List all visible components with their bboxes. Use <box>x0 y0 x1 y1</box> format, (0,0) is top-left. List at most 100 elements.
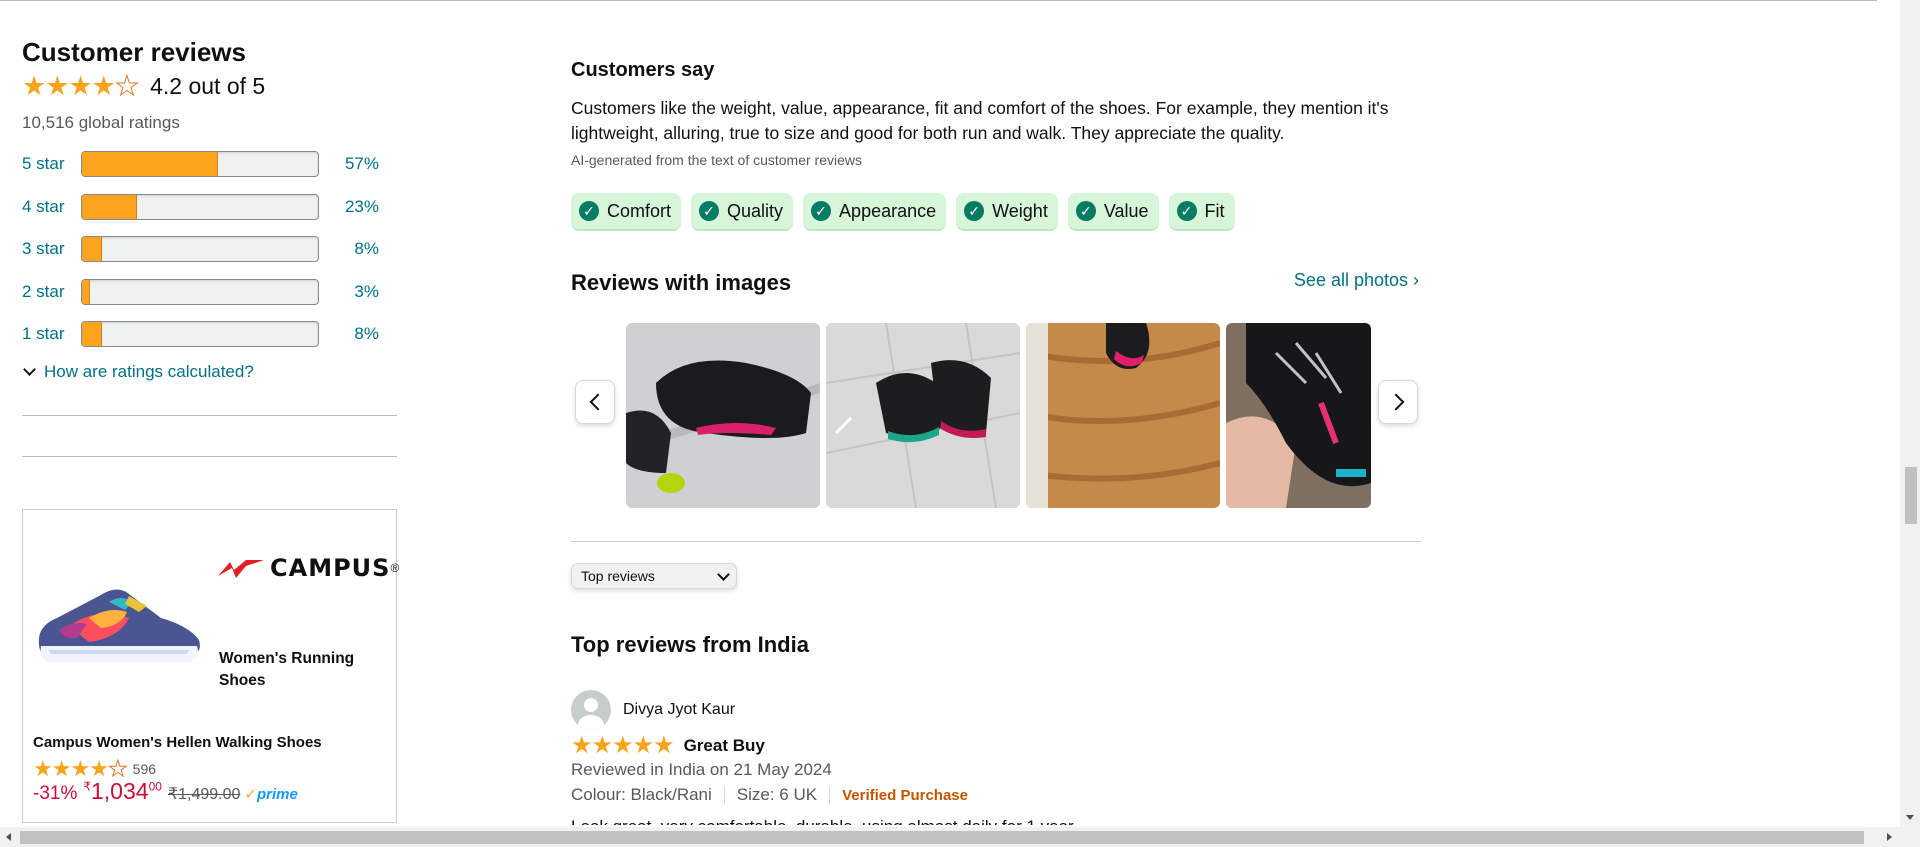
histogram-star-label: 2 star <box>22 281 65 301</box>
aspect-label: Quality <box>727 200 784 221</box>
ad-stars: ★ ★ ★ ★ ★ <box>33 756 128 781</box>
review-photo-4[interactable] <box>1226 323 1371 508</box>
ad-price: -31% ₹1,03400 ₹1,499.00 ✓prime <box>33 778 298 805</box>
histogram-bar <box>81 278 319 305</box>
separator <box>723 786 725 804</box>
review-size[interactable]: Size: 6 UK <box>737 785 817 805</box>
price-fraction: 00 <box>148 779 162 794</box>
currency-symbol: ₹ <box>83 779 91 794</box>
reviewer-name: Divya Jyot Kaur <box>623 701 736 718</box>
review-stars: ★ ★ ★ ★ ★ <box>571 732 675 759</box>
ad-tagline: Women's Running Shoes <box>219 650 355 689</box>
aspect-chip-comfort[interactable]: ✓ Comfort <box>571 193 682 231</box>
star-full-icon: ★ <box>33 756 53 781</box>
carousel-next-button[interactable] <box>1378 380 1418 424</box>
average-rating[interactable]: ★ ★ ★ ★ ★ 4.2 out of 5 <box>22 71 397 101</box>
histogram-row[interactable]: 4 star 23% <box>22 186 397 229</box>
divider <box>22 455 397 457</box>
histogram-row[interactable]: 5 star 57% <box>22 143 397 186</box>
customers-say-summary: Customers like the weight, value, appear… <box>571 98 1389 143</box>
aspect-chip-quality[interactable]: ✓ Quality <box>691 193 794 231</box>
divider <box>571 541 1421 542</box>
price-whole: 1,034 <box>91 778 149 804</box>
how-ratings-calculated-label: How are ratings calculated? <box>44 361 254 381</box>
histogram-percent: 57% <box>344 154 379 174</box>
aspect-label: Fit <box>1204 200 1225 221</box>
brand-registered-mark: ® <box>390 561 400 575</box>
prime-label: prime <box>256 786 298 803</box>
sponsored-ad[interactable]: CAMPUS ® Women's Running Shoes Campus Wom… <box>22 509 399 823</box>
check-icon: ✓ <box>811 201 832 221</box>
aspect-chip-fit[interactable]: ✓ Fit <box>1168 193 1235 231</box>
review-photo-3[interactable] <box>1026 323 1220 508</box>
histogram-row[interactable]: 1 star 8% <box>22 313 397 356</box>
average-stars: ★ ★ ★ ★ ★ <box>22 70 140 101</box>
scroll-right-arrow-icon[interactable] <box>1887 833 1892 841</box>
histogram-star-label: 3 star <box>22 239 65 259</box>
customer-reviews-heading: Customer reviews <box>22 37 246 67</box>
review-title: Great Buy <box>683 736 765 755</box>
how-ratings-calculated-link[interactable]: How are ratings calculated? <box>22 362 397 382</box>
top-reviews-heading: Top reviews from India <box>571 632 809 657</box>
histogram-percent: 8% <box>354 324 379 344</box>
rating-histogram: 5 star 57% 4 star 23% 3 star 8% 2 star 3% 1 star… <box>22 143 397 356</box>
histogram-star-label: 1 star <box>22 324 65 344</box>
star-full-icon: ★ <box>89 756 109 781</box>
vertical-scrollbar[interactable] <box>1900 0 1920 827</box>
check-icon: ✓ <box>699 201 720 221</box>
scroll-left-arrow-icon[interactable] <box>6 833 11 841</box>
sort-selected-value: Top reviews <box>581 568 655 584</box>
aspect-label: Weight <box>992 200 1048 221</box>
histogram-bar-fill <box>82 279 91 304</box>
star-full-icon: ★ <box>70 756 90 781</box>
star-full-icon: ★ <box>45 70 69 101</box>
discount-percent: -31% <box>33 783 78 804</box>
list-price: ₹1,499.00 <box>167 786 241 803</box>
aspect-label: Value <box>1103 200 1149 221</box>
histogram-bar-fill <box>82 322 102 347</box>
aspect-chip-appearance[interactable]: ✓ Appearance <box>803 193 947 231</box>
ad-rating[interactable]: ★ ★ ★ ★ ★ 596 <box>33 756 157 781</box>
aspect-chip-value[interactable]: ✓ Value <box>1067 193 1159 231</box>
aspect-label: Appearance <box>839 200 937 221</box>
histogram-bar <box>81 236 319 263</box>
divider <box>22 414 397 416</box>
global-ratings-count: 10,516 global ratings <box>22 113 180 132</box>
histogram-row[interactable]: 3 star 8% <box>22 228 397 271</box>
ad-rating-count: 596 <box>132 761 157 777</box>
star-full-icon: ★ <box>51 756 72 781</box>
review-colour[interactable]: Colour: Black/Rani <box>571 785 712 805</box>
histogram-bar <box>81 321 319 348</box>
histogram-row[interactable]: 2 star 3% <box>22 271 397 314</box>
campus-logo[interactable]: CAMPUS ® <box>216 554 399 582</box>
histogram-bar-fill <box>82 152 218 177</box>
horizontal-scrollbar[interactable] <box>0 827 1920 847</box>
horizontal-scrollbar-thumb[interactable] <box>20 831 1864 844</box>
carousel-prev-button[interactable] <box>575 380 615 424</box>
customers-say-heading: Customers say <box>571 59 715 81</box>
shoe-image[interactable] <box>29 566 207 671</box>
chevron-down-icon <box>23 363 36 376</box>
scroll-down-arrow-icon[interactable] <box>1906 815 1914 820</box>
star-full-icon: ★ <box>22 70 46 101</box>
review-date: Reviewed in India on 21 May 2024 <box>571 760 832 779</box>
aspect-chip-weight[interactable]: ✓ Weight <box>956 193 1058 231</box>
campus-swoosh-icon <box>218 560 264 578</box>
histogram-bar <box>81 151 319 178</box>
see-all-photos-link[interactable]: See all photos › <box>1294 270 1419 291</box>
sort-reviews-dropdown[interactable]: Top reviews <box>571 563 737 589</box>
check-icon: ✓ <box>1176 201 1197 221</box>
reviewer-profile[interactable]: Divya Jyot Kaur <box>571 690 735 730</box>
star-full-icon: ★ <box>68 70 92 101</box>
check-icon: ✓ <box>579 201 599 221</box>
star-full-icon: ★ <box>612 732 633 759</box>
star-empty-icon: ★ <box>107 756 128 781</box>
vertical-scrollbar-thumb[interactable] <box>1905 467 1917 524</box>
chevron-left-icon <box>589 393 606 411</box>
review-photo-2[interactable] <box>826 323 1020 508</box>
review-photo-1[interactable] <box>626 323 820 508</box>
review-header[interactable]: ★ ★ ★ ★ ★ Great Buy <box>571 734 765 758</box>
histogram-percent: 3% <box>354 281 379 301</box>
review-variant-info: Colour: Black/Rani Size: 6 UK Verified P… <box>571 785 968 805</box>
ad-product-title[interactable]: Campus Women's Hellen Walking Shoes <box>33 734 322 751</box>
